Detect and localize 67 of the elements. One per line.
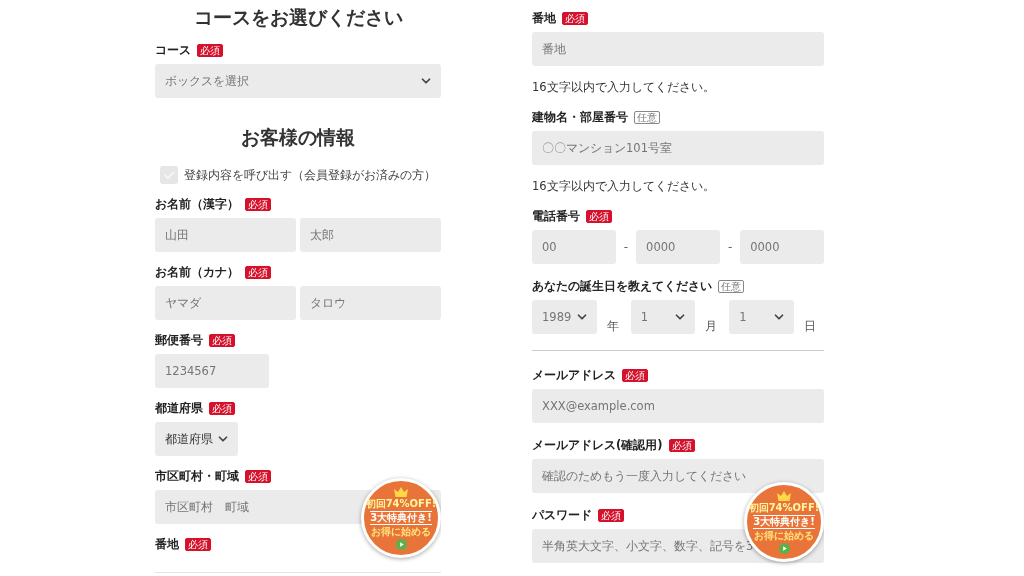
required-badge: 必須 — [562, 11, 588, 25]
field-label: 電話番号 — [532, 208, 580, 224]
text-field[interactable]: 確認のためもう一度入力してください — [532, 459, 824, 493]
optional-badge: 任意 — [718, 279, 744, 293]
required-badge: 必須 — [245, 197, 271, 211]
required-badge: 必須 — [586, 209, 612, 223]
required-badge: 必須 — [209, 333, 235, 347]
unit-label: 年 — [605, 319, 620, 334]
promo-text: 初回74%OFF! — [748, 502, 820, 514]
hint-text: 16文字以内で入力してください。 — [532, 179, 716, 194]
text-field[interactable]: XXX@example.com — [532, 389, 824, 423]
field-label: 番地 — [532, 10, 556, 26]
play-icon — [395, 539, 407, 550]
text-field[interactable]: 番地 — [532, 32, 824, 66]
crown-icon — [776, 490, 792, 501]
field-label: お名前（カナ） — [155, 264, 239, 280]
play-icon — [778, 543, 790, 554]
field-label: 建物名・部屋番号 — [532, 109, 628, 125]
required-badge: 必須 — [245, 469, 271, 483]
promo-text: 初回74%OFF! — [365, 498, 437, 510]
field-label: 郵便番号 — [155, 332, 203, 348]
text-field[interactable]: 山田 — [155, 218, 296, 252]
text-field[interactable]: 1234567 — [155, 354, 269, 388]
promo-popup[interactable]: 初回74%OFF! 3大特典付き! お得に始める — [361, 478, 441, 558]
dropdown[interactable]: 都道府県 — [155, 422, 238, 456]
text-field[interactable]: ヤマダ — [155, 286, 296, 320]
section-heading: コースをお選びください — [192, 5, 404, 30]
required-badge: 必須 — [668, 438, 695, 452]
promo-text: お得に始める — [754, 530, 814, 542]
dropdown[interactable]: ボックスを選択 — [155, 64, 441, 98]
promo-text: 3大特典付き! — [370, 511, 432, 525]
checkbox[interactable] — [160, 166, 178, 184]
checkbox-label: 登録内容を呼び出す（会員登録がお済みの方） — [184, 167, 436, 183]
optional-badge: 任意 — [634, 110, 660, 124]
crown-icon — [393, 486, 409, 497]
field-label: あなたの誕生日を教えてください — [532, 278, 712, 294]
required-badge: 必須 — [209, 401, 235, 415]
promo-text: お得に始める — [371, 526, 431, 538]
text-field[interactable]: 0000 — [740, 230, 824, 264]
field-label: 番地 — [155, 536, 179, 552]
required-badge: 必須 — [197, 43, 223, 57]
hint-text: 16文字以内で入力してください。 — [532, 80, 716, 95]
required-badge: 必須 — [185, 537, 211, 551]
field-label: メールアドレス(確認用) — [532, 437, 663, 453]
separator-dash: - — [726, 240, 734, 254]
unit-label: 日 — [803, 319, 817, 334]
text-field[interactable]: タロウ — [300, 286, 441, 320]
field-label: パスワード — [532, 507, 592, 523]
text-field[interactable]: 〇〇マンション101号室 — [532, 131, 824, 165]
text-field[interactable]: 太郎 — [300, 218, 441, 252]
dropdown[interactable]: 1989 — [532, 300, 597, 334]
required-badge: 必須 — [622, 368, 648, 382]
unit-label: 月 — [704, 319, 719, 334]
required-badge: 必須 — [245, 265, 271, 279]
field-label: 都道府県 — [155, 400, 203, 416]
field-label: メールアドレス — [532, 367, 616, 383]
dropdown[interactable]: 1 — [630, 300, 696, 334]
text-field[interactable]: 00 — [532, 230, 616, 264]
field-label: お名前（漢字） — [155, 196, 239, 212]
field-label: 市区町村・町域 — [155, 468, 239, 484]
dropdown[interactable]: 1 — [729, 300, 794, 334]
field-label: コース — [155, 42, 191, 58]
promo-text: 3大特典付き! — [753, 515, 815, 529]
separator-dash: - — [622, 240, 630, 254]
text-field[interactable]: 0000 — [636, 230, 720, 264]
section-heading: お客様の情報 — [240, 125, 356, 150]
required-badge: 必須 — [598, 508, 624, 522]
